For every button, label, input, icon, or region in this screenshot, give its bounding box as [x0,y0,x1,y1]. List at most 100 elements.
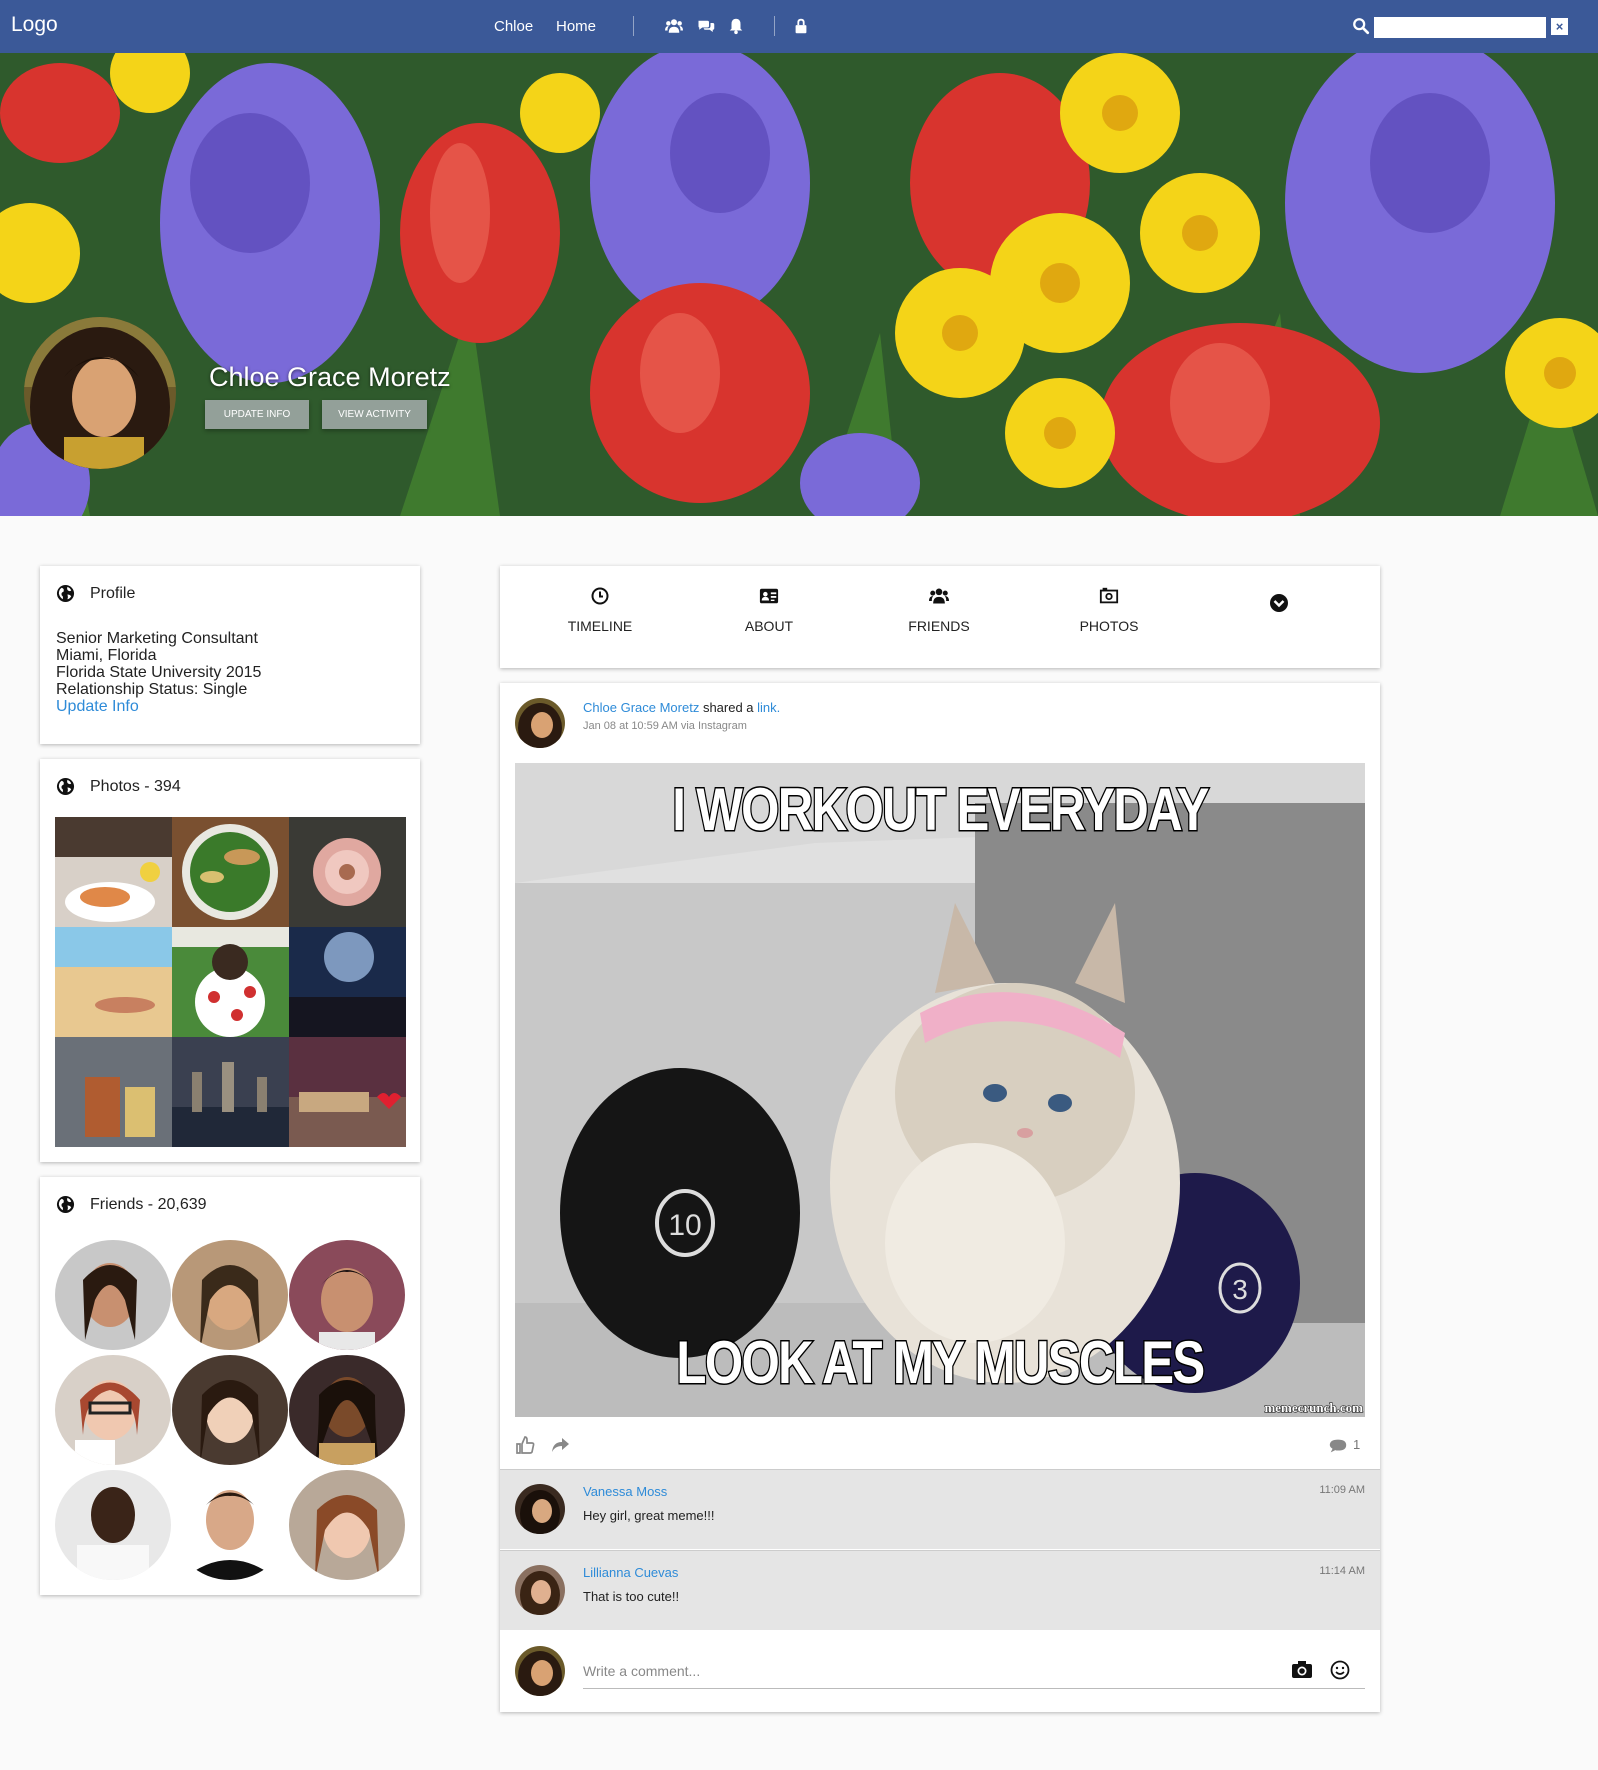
commenter-avatar[interactable] [515,1484,565,1534]
comment-input[interactable] [583,1653,1365,1689]
share-icon[interactable] [549,1434,571,1456]
friends-icon [929,586,949,606]
update-info-link[interactable]: Update Info [56,698,139,715]
photo-thumb[interactable] [289,817,406,927]
card-title: Profile [90,584,136,602]
post-card: Chloe Grace Moretz shared a link. Jan 08… [500,683,1380,1712]
update-info-button[interactable]: UPDATE INFO [205,400,309,429]
tab-about[interactable]: ABOUT [699,586,839,634]
globe-icon [56,584,75,603]
friend-grid [55,1240,406,1585]
comment-time: 11:14 AM [1319,1565,1365,1577]
friend-avatar[interactable] [172,1355,288,1465]
photo-thumb[interactable] [55,817,172,927]
globe-icon [56,1195,75,1214]
card-title: Photos - 394 [90,777,181,795]
photo-thumb[interactable] [172,1037,289,1147]
comment-item: Vanessa Moss Hey girl, great meme!!! 11:… [500,1469,1380,1549]
lock-icon[interactable] [791,16,811,36]
nav-divider [633,16,634,36]
meme-credit: memecrunch.com [1264,1400,1364,1416]
photo-thumb[interactable] [289,927,406,1037]
notifications-icon[interactable] [726,16,746,36]
post-author-link[interactable]: Chloe Grace Moretz [583,700,699,715]
post-action-text: shared a [699,700,758,715]
globe-icon [56,777,75,796]
id-card-icon [759,588,779,604]
photo-thumb[interactable] [172,927,289,1037]
svg-text:10: 10 [668,1209,701,1242]
current-user-avatar [515,1646,565,1696]
photo-thumb[interactable] [55,1037,172,1147]
search-icon[interactable] [1352,17,1372,37]
friend-avatar[interactable] [289,1240,405,1350]
emoji-icon[interactable] [1329,1659,1351,1681]
nav-link-home[interactable]: Home [556,18,596,35]
profile-details: Senior Marketing Consultant Miami, Flori… [56,630,261,715]
search-input[interactable] [1374,17,1546,38]
friends-card: Friends - 20,639 [40,1177,420,1595]
meme-caption-top: I WORKOUT EVERYDAY [671,775,1211,845]
nav-divider [774,16,775,36]
profile-avatar[interactable] [24,317,176,469]
cover-image [0,53,1598,516]
commenter-avatar[interactable] [515,1565,565,1615]
tab-label: PHOTOS [1079,618,1139,634]
profile-education: Florida State University 2015 [56,664,262,681]
photo-thumb[interactable] [172,817,289,927]
tab-label: ABOUT [744,618,794,634]
cover-photo: Chloe Grace Moretz UPDATE INFO VIEW ACTI… [0,53,1598,516]
profile-name: Chloe Grace Moretz [209,362,451,392]
search-clear-button[interactable]: × [1551,18,1568,35]
like-icon[interactable] [514,1434,536,1456]
clock-icon [591,587,609,605]
profile-tabs: TIMELINE ABOUT FRIENDS PHOTOS [500,566,1380,668]
messages-icon[interactable] [696,16,716,36]
post-object-link[interactable]: link. [757,700,780,715]
friend-avatar[interactable] [289,1470,405,1580]
post-timestamp: Jan 08 at 10:59 AM via Instagram [583,720,747,732]
profile-relationship: Relationship Status: Single [56,681,248,698]
tab-friends[interactable]: FRIENDS [869,586,1009,634]
commenter-name[interactable]: Lillianna Cuevas [583,1565,678,1580]
friends-icon[interactable] [664,16,684,36]
comment-item: Lillianna Cuevas That is too cute!! 11:1… [500,1550,1380,1630]
meme-caption-bottom: LOOK AT MY MUSCLES [675,1328,1206,1398]
photo-grid [55,817,406,1147]
friend-avatar[interactable] [55,1240,171,1350]
card-title: Friends - 20,639 [90,1195,207,1213]
chevron-down-circle-icon [1270,594,1288,612]
friend-avatar[interactable] [172,1240,288,1350]
profile-job: Senior Marketing Consultant [56,630,258,647]
profile-location: Miami, Florida [56,647,157,664]
comment-count: 1 [1353,1437,1361,1452]
friend-avatar[interactable] [289,1355,405,1465]
commenter-name[interactable]: Vanessa Moss [583,1484,667,1499]
tab-label: FRIENDS [908,618,970,634]
camera-icon[interactable] [1291,1659,1313,1681]
camera-icon [1099,587,1119,604]
nav-link-profile[interactable]: Chloe [494,18,533,35]
friend-avatar[interactable] [55,1355,171,1465]
tab-more[interactable] [1209,593,1349,613]
top-navbar: Logo Chloe Home × [0,0,1598,53]
friend-avatar[interactable] [55,1470,171,1580]
friend-avatar[interactable] [172,1470,288,1580]
tab-photos[interactable]: PHOTOS [1039,586,1179,634]
tab-label: TIMELINE [567,618,633,634]
svg-text:3: 3 [1232,1274,1248,1305]
comment-text: That is too cute!! [583,1589,680,1604]
logo[interactable]: Logo [11,13,58,37]
view-activity-button[interactable]: VIEW ACTIVITY [322,400,427,429]
comment-text: Hey girl, great meme!!! [583,1508,715,1523]
comment-time: 11:09 AM [1319,1484,1365,1496]
comment-icon[interactable] [1328,1436,1348,1456]
post-image[interactable]: 10 3 I WORKOUT EVERYDAY LOOK AT MY MUSCL… [515,763,1365,1417]
tab-timeline[interactable]: TIMELINE [530,586,670,634]
post-author-avatar[interactable] [515,698,565,748]
post-header: Chloe Grace Moretz shared a link. [583,700,780,715]
profile-card: Profile Senior Marketing Consultant Miam… [40,566,420,744]
photo-thumb[interactable] [55,927,172,1037]
photo-thumb[interactable] [289,1037,406,1147]
photos-card: Photos - 394 [40,759,420,1162]
